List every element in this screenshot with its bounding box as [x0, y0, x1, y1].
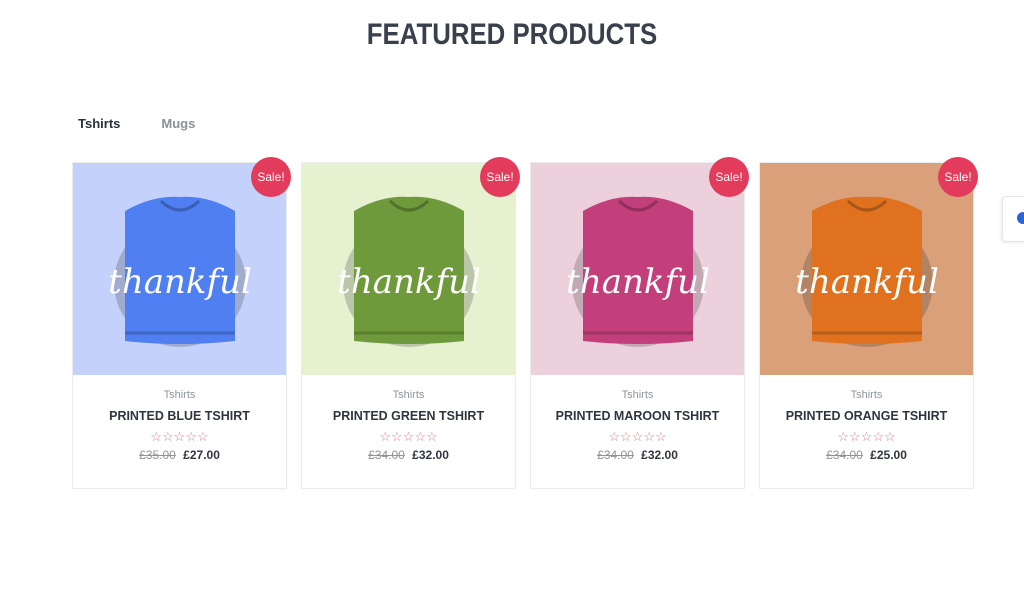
product-card[interactable]: thankful Sale! Tshirts PRINTED ORANGE TS… [760, 157, 978, 488]
shirt-print-text: thankful [108, 262, 252, 302]
product-tabs: Tshirts Mugs [78, 116, 195, 131]
tab-tshirts[interactable]: Tshirts [78, 116, 120, 131]
star-rating: ☆☆☆☆☆ [608, 429, 667, 444]
product-name[interactable]: PRINTED MAROON TSHIRT [535, 408, 739, 423]
product-price: £35.00 £27.00 [73, 448, 286, 462]
old-price: £34.00 [597, 448, 634, 462]
product-price: £34.00 £32.00 [302, 448, 515, 462]
product-category[interactable]: Tshirts [302, 389, 515, 401]
sale-price: £25.00 [870, 448, 907, 462]
page: FEATURED PRODUCTS Tshirts Mugs thankful … [0, 0, 1024, 593]
section-title: FEATURED PRODUCTS [366, 18, 658, 51]
product-name[interactable]: PRINTED BLUE TSHIRT [77, 408, 281, 423]
sale-badge: Sale! [251, 157, 291, 197]
star-rating: ☆☆☆☆☆ [150, 429, 209, 444]
tshirt-image: thankful [531, 163, 744, 375]
product-image[interactable]: thankful [302, 163, 515, 375]
color-palette-icon[interactable] [1017, 212, 1024, 224]
shirt-print-text: thankful [795, 262, 939, 302]
old-price: £34.00 [826, 448, 863, 462]
product-card[interactable]: thankful Sale! Tshirts PRINTED GREEN TSH… [302, 157, 520, 488]
product-price: £34.00 £32.00 [531, 448, 744, 462]
sale-price: £32.00 [641, 448, 678, 462]
product-category[interactable]: Tshirts [760, 389, 973, 401]
shirt-print-text: thankful [337, 262, 481, 302]
sale-badge: Sale! [709, 157, 749, 197]
shirt-print-text: thankful [566, 262, 710, 302]
sale-badge: Sale! [938, 157, 978, 197]
sale-price: £27.00 [183, 448, 220, 462]
product-image[interactable]: thankful [760, 163, 973, 375]
side-widget-tab[interactable] [1002, 196, 1024, 242]
old-price: £34.00 [368, 448, 405, 462]
tshirt-image: thankful [302, 163, 515, 375]
sale-badge: Sale! [480, 157, 520, 197]
tshirt-image: thankful [73, 163, 286, 375]
product-grid: thankful Sale! Tshirts PRINTED BLUE TSHI… [73, 157, 978, 488]
tab-mugs[interactable]: Mugs [161, 116, 195, 131]
product-image[interactable]: thankful [73, 163, 286, 375]
sale-price: £32.00 [412, 448, 449, 462]
product-price: £34.00 £25.00 [760, 448, 973, 462]
product-card[interactable]: thankful Sale! Tshirts PRINTED MAROON TS… [531, 157, 749, 488]
product-name[interactable]: PRINTED GREEN TSHIRT [306, 408, 510, 423]
product-category[interactable]: Tshirts [73, 389, 286, 401]
product-image[interactable]: thankful [531, 163, 744, 375]
product-card[interactable]: thankful Sale! Tshirts PRINTED BLUE TSHI… [73, 157, 291, 488]
product-name[interactable]: PRINTED ORANGE TSHIRT [764, 408, 968, 423]
old-price: £35.00 [139, 448, 176, 462]
star-rating: ☆☆☆☆☆ [837, 429, 896, 444]
product-category[interactable]: Tshirts [531, 389, 744, 401]
star-rating: ☆☆☆☆☆ [379, 429, 438, 444]
tshirt-image: thankful [760, 163, 973, 375]
